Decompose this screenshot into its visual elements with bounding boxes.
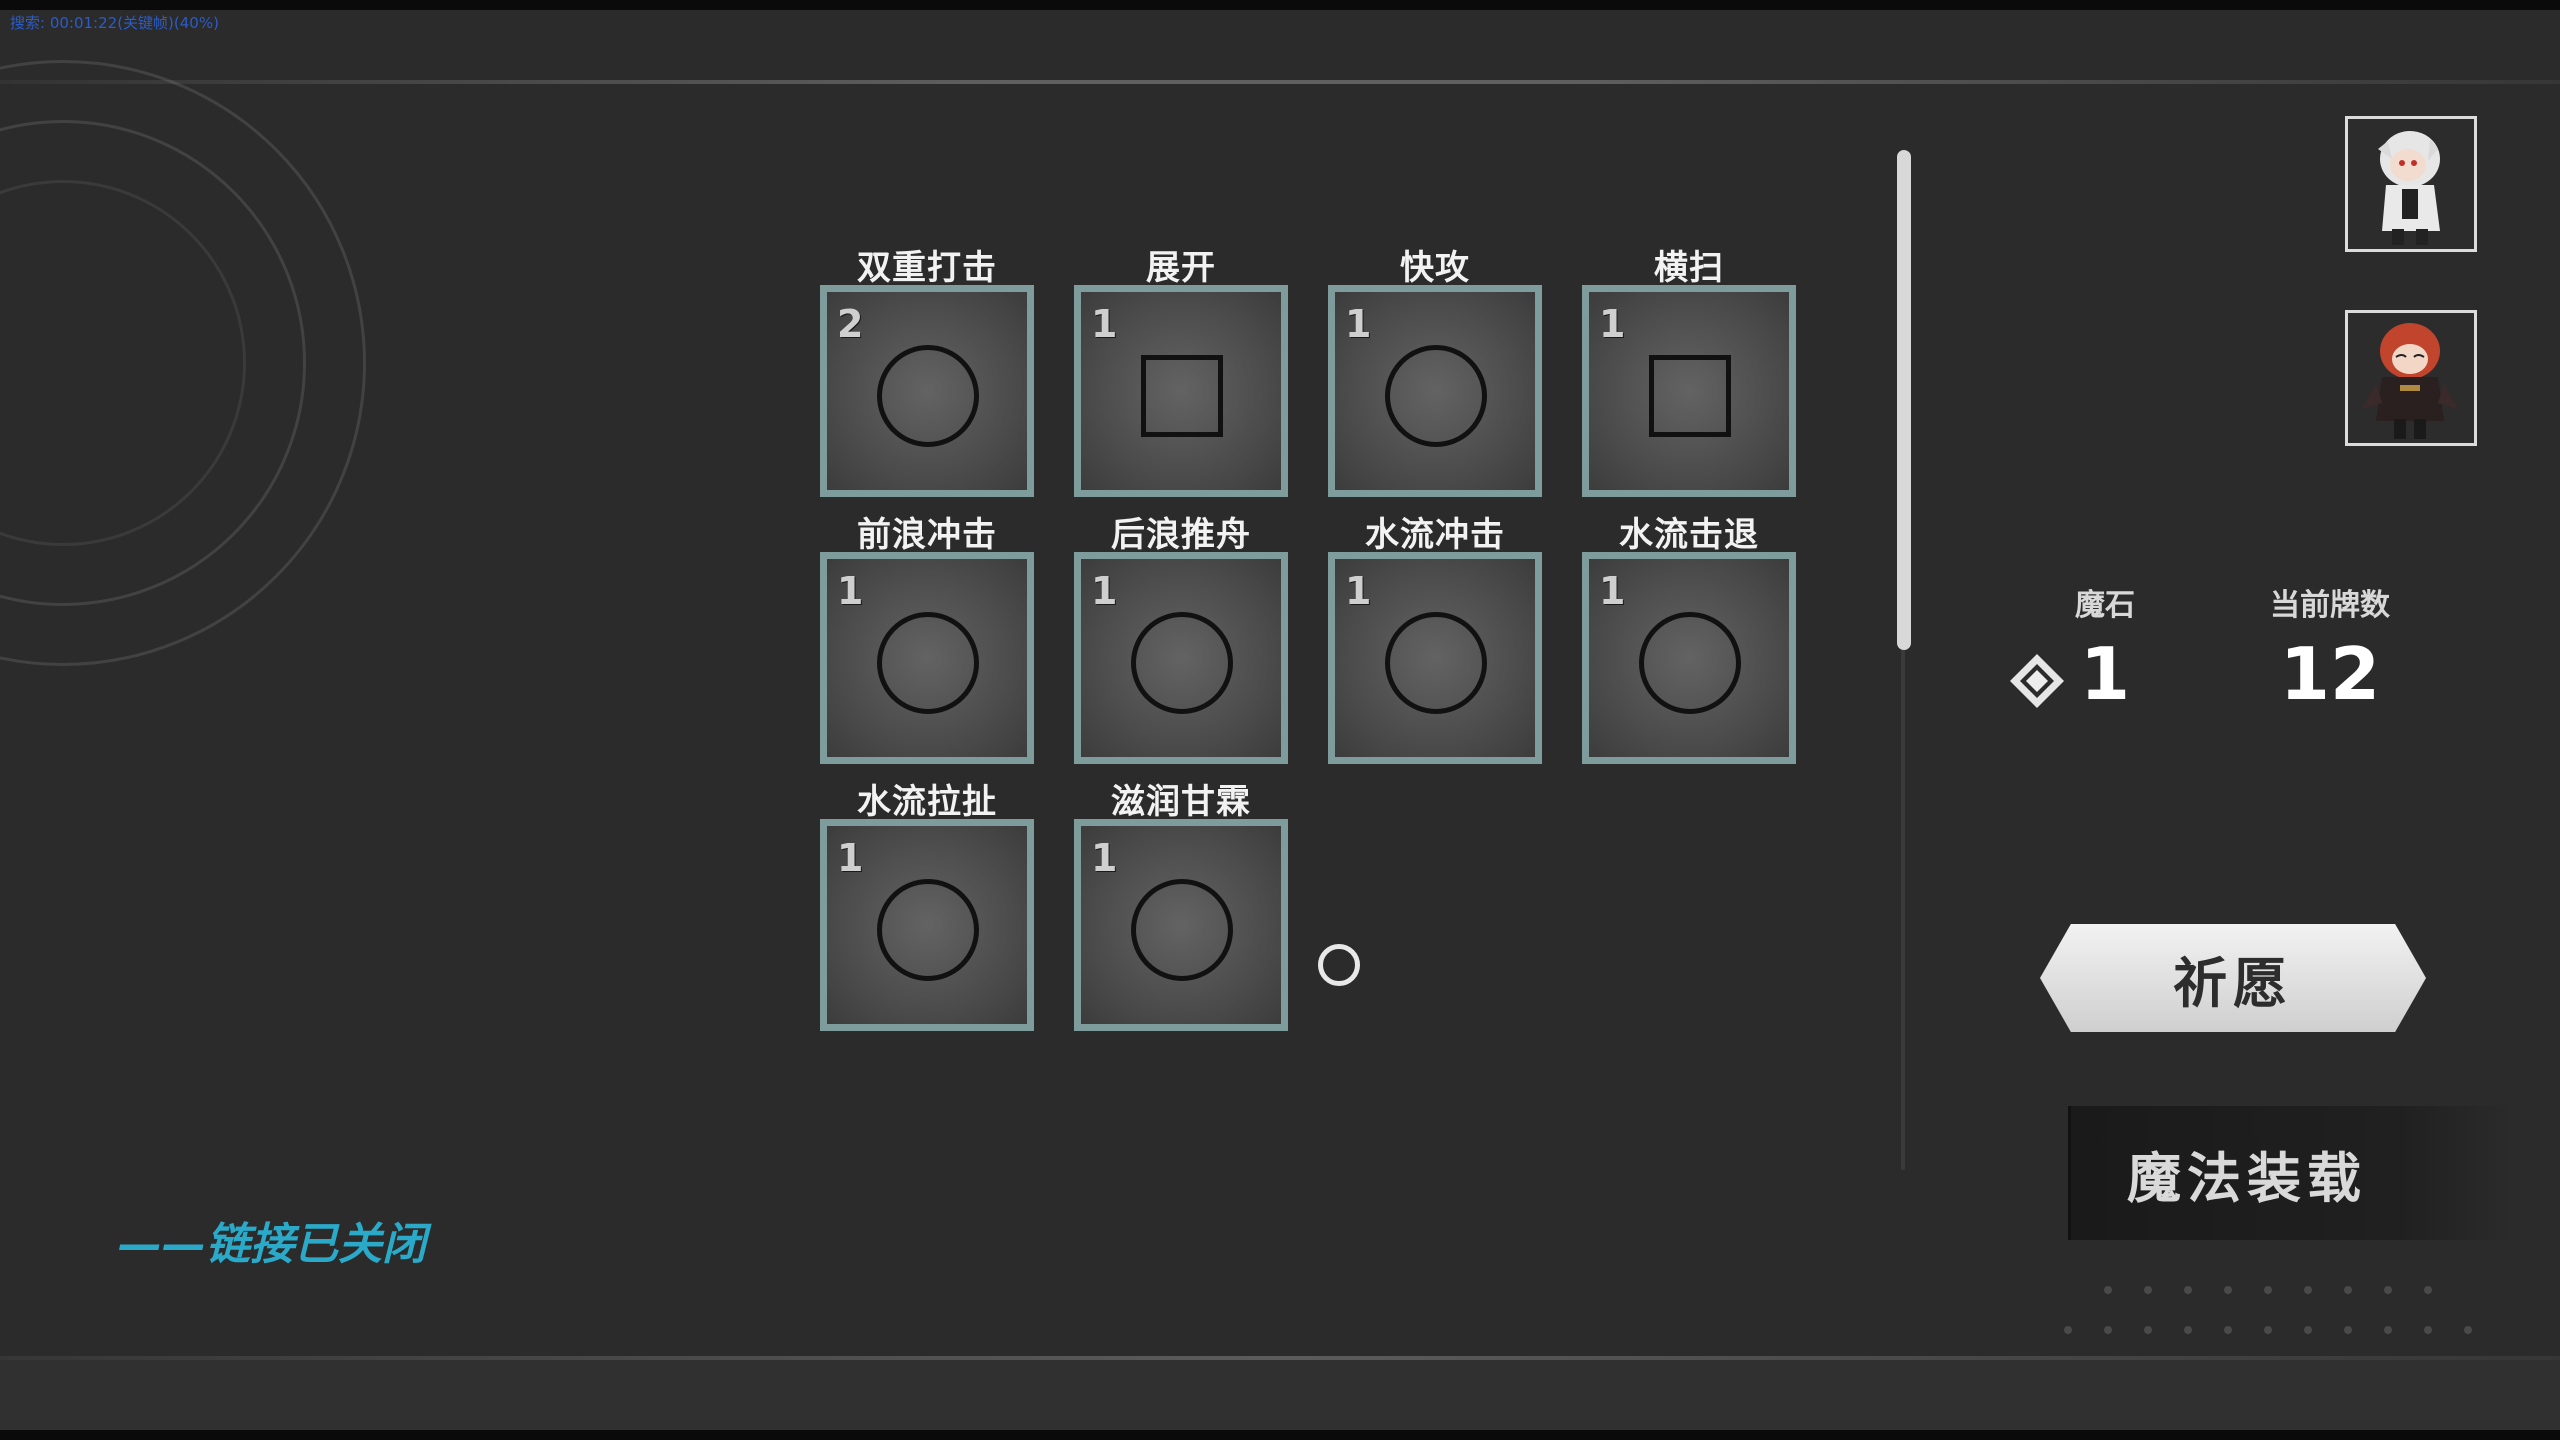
circle-icon — [1385, 612, 1487, 714]
skill-card[interactable]: 前浪冲击 1 — [820, 507, 1060, 767]
card-frame: 1 — [1328, 552, 1542, 764]
card-cost: 1 — [1091, 569, 1118, 613]
character-portrait-red-hair[interactable] — [2345, 310, 2477, 446]
card-cost: 2 — [837, 302, 864, 346]
circle-icon — [877, 612, 979, 714]
square-icon — [1649, 355, 1731, 437]
card-name: 快攻 — [1400, 248, 1470, 288]
circle-icon — [877, 345, 979, 447]
card-name: 水流拉扯 — [857, 782, 997, 822]
circle-icon — [1385, 345, 1487, 447]
skill-card[interactable]: 水流冲击 1 — [1328, 507, 1568, 767]
skill-card[interactable]: 展开 1 — [1074, 240, 1314, 500]
skill-card[interactable]: 双重打击 2 — [820, 240, 1060, 500]
card-frame: 1 — [1074, 819, 1288, 1031]
card-cost: 1 — [1345, 569, 1372, 613]
card-frame: 1 — [1582, 552, 1796, 764]
card-count-value: 12 — [2279, 632, 2381, 716]
card-frame: 1 — [820, 819, 1034, 1031]
game-screen: 搜索: 00:01:22(关键帧)(40%) 双重打击 2 展开 1 快攻 1 … — [0, 0, 2560, 1440]
card-frame: 1 — [820, 552, 1034, 764]
character-red-hair-icon — [2348, 313, 2474, 443]
top-divider — [0, 80, 2560, 84]
magic-load-button[interactable]: 魔法装载 — [2068, 1106, 2508, 1240]
skill-card[interactable]: 快攻 1 — [1328, 240, 1568, 500]
circle-icon — [1131, 612, 1233, 714]
pray-button-label: 祈愿 — [2173, 951, 2293, 1015]
card-cost: 1 — [1091, 836, 1118, 880]
card-name: 前浪冲击 — [857, 515, 997, 555]
card-name: 水流击退 — [1619, 515, 1759, 555]
card-cost: 1 — [1599, 569, 1626, 613]
card-name: 滋润甘霖 — [1111, 782, 1251, 822]
pray-button[interactable]: 祈愿 — [2040, 924, 2426, 1032]
magic-load-button-label: 魔法装载 — [2127, 1146, 2367, 1210]
card-cost: 1 — [1345, 302, 1372, 346]
magic-stone-value: 1 — [2079, 632, 2131, 716]
card-frame: 1 — [1328, 285, 1542, 497]
character-white-hair-icon — [2348, 119, 2474, 249]
card-name: 后浪推舟 — [1111, 515, 1251, 555]
circle-icon — [877, 879, 979, 981]
debug-overlay: 搜索: 00:01:22(关键帧)(40%) — [10, 14, 219, 32]
circle-icon — [1639, 612, 1741, 714]
square-icon — [1141, 355, 1223, 437]
scrollbar-thumb[interactable] — [1897, 150, 1911, 650]
top-letterbox — [0, 0, 2560, 10]
skill-card[interactable]: 后浪推舟 1 — [1074, 507, 1314, 767]
card-cost: 1 — [1091, 302, 1118, 346]
magic-stone-label: 魔石 — [2075, 588, 2135, 623]
skill-card[interactable]: 横扫 1 — [1582, 240, 1822, 500]
skill-card[interactable]: 水流击退 1 — [1582, 507, 1822, 767]
card-frame: 1 — [1074, 285, 1288, 497]
card-cost: 1 — [1599, 302, 1626, 346]
card-name: 横扫 — [1654, 248, 1724, 288]
card-name: 水流冲击 — [1365, 515, 1505, 555]
skill-card[interactable]: 水流拉扯 1 — [820, 774, 1060, 1034]
magic-stone-diamond-icon — [2010, 654, 2064, 708]
card-cost: 1 — [837, 569, 864, 613]
decorative-rings — [0, 60, 380, 680]
card-count-label: 当前牌数 — [2270, 588, 2390, 623]
card-cost: 1 — [837, 836, 864, 880]
skill-card[interactable]: 滋润甘霖 1 — [1074, 774, 1314, 1034]
character-portrait-white-hair[interactable] — [2345, 116, 2477, 252]
bottom-band — [0, 1360, 2560, 1430]
card-frame: 2 — [820, 285, 1034, 497]
cursor-ring-icon — [1318, 944, 1360, 986]
card-name: 展开 — [1146, 248, 1216, 288]
card-name: 双重打击 — [857, 248, 997, 288]
bottom-letterbox — [0, 1430, 2560, 1440]
link-status-text: ——链接已关闭 — [118, 1219, 426, 1270]
circle-icon — [1131, 879, 1233, 981]
card-frame: 1 — [1582, 285, 1796, 497]
card-frame: 1 — [1074, 552, 1288, 764]
